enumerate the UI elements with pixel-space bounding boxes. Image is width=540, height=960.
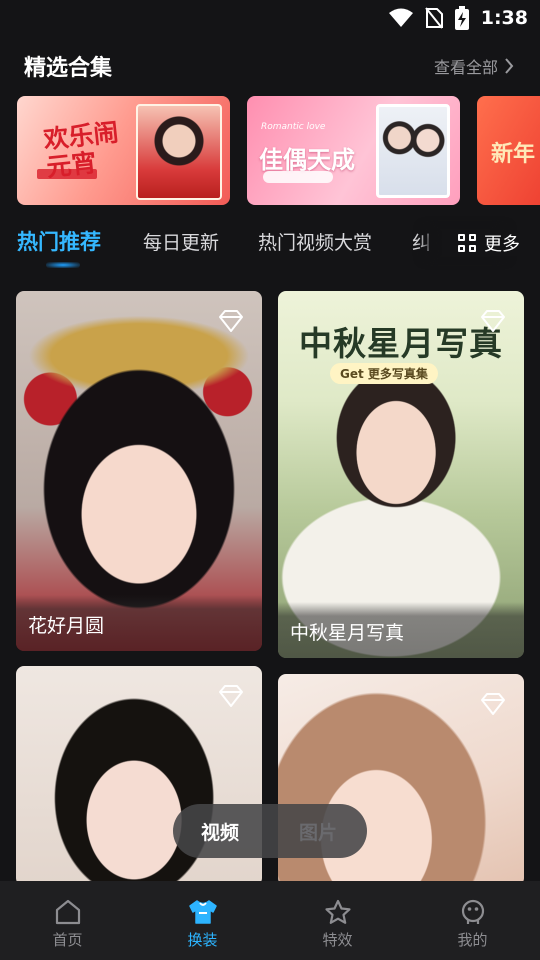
- collection-title: 新年: [491, 141, 536, 167]
- template-card[interactable]: 花好月圆: [16, 291, 262, 651]
- status-icons: 1:38: [388, 6, 528, 30]
- wifi-icon: [388, 8, 413, 27]
- nav-label: 换装: [187, 931, 218, 949]
- collection-photo: [136, 104, 222, 200]
- card-subheading: Get 更多写真集: [330, 363, 438, 384]
- collection-card[interactable]: 欢乐闹元宵: [17, 96, 230, 205]
- no-sim-icon: [424, 7, 443, 29]
- card-caption: 花好月圆: [16, 595, 262, 651]
- section-title: 精选合集: [24, 56, 113, 81]
- home-icon: [55, 899, 80, 925]
- chevron-right-icon: [505, 58, 514, 74]
- diamond-icon[interactable]: [480, 309, 506, 333]
- tab-hot-recommend[interactable]: 热门推荐: [17, 226, 101, 256]
- bottom-nav: 首页 换装 特效 我的: [0, 881, 540, 960]
- collection-photo: [376, 104, 450, 198]
- nav-item-dress-up[interactable]: 换装: [135, 881, 270, 960]
- collection-carousel[interactable]: 欢乐闹元宵 Romantic love 佳偶天成 新年: [17, 96, 540, 206]
- grid-icon: [458, 234, 476, 252]
- collection-card[interactable]: Romantic love 佳偶天成: [247, 96, 460, 205]
- collection-decoration: [263, 171, 333, 183]
- tab-daily-update[interactable]: 每日更新: [143, 228, 219, 255]
- more-tabs-button[interactable]: 更多: [442, 230, 520, 256]
- nav-label: 我的: [457, 931, 488, 949]
- template-card[interactable]: 中秋星月写真 Get 更多写真集 中秋星月写真: [278, 291, 524, 658]
- view-all-link[interactable]: 查看全部: [434, 54, 514, 78]
- profile-icon: [461, 899, 484, 924]
- diamond-icon[interactable]: [218, 309, 244, 333]
- nav-label: 首页: [52, 931, 83, 949]
- category-tabs: 热门推荐 每日更新 热门视频大赏 纠 更多: [0, 222, 540, 270]
- status-bar: 1:38: [0, 0, 540, 38]
- toggle-video[interactable]: 视频: [201, 818, 239, 845]
- battery-charging-icon: [454, 6, 469, 30]
- shirt-icon: [188, 900, 217, 924]
- tab-partial[interactable]: 纠: [412, 228, 431, 255]
- star-icon: [324, 899, 351, 924]
- diamond-icon[interactable]: [218, 684, 244, 708]
- tab-hot-video[interactable]: 热门视频大赏: [258, 228, 372, 255]
- toggle-image[interactable]: 图片: [299, 818, 337, 845]
- active-tab-indicator: [46, 262, 80, 268]
- card-caption: 中秋星月写真: [278, 602, 524, 658]
- nav-label: 特效: [322, 931, 353, 949]
- status-time: 1:38: [480, 7, 528, 29]
- nav-item-home[interactable]: 首页: [0, 881, 135, 960]
- collection-decoration: [37, 169, 97, 179]
- diamond-icon[interactable]: [480, 692, 506, 716]
- collection-subtitle: Romantic love: [261, 122, 326, 132]
- view-all-label: 查看全部: [433, 58, 498, 77]
- more-tabs-label: 更多: [484, 234, 520, 255]
- collection-card[interactable]: 新年: [477, 96, 540, 205]
- media-type-toggle: 视频 图片: [173, 804, 367, 858]
- nav-item-profile[interactable]: 我的: [405, 881, 540, 960]
- collection-title: 佳偶天成: [259, 145, 355, 174]
- nav-item-effects[interactable]: 特效: [270, 881, 405, 960]
